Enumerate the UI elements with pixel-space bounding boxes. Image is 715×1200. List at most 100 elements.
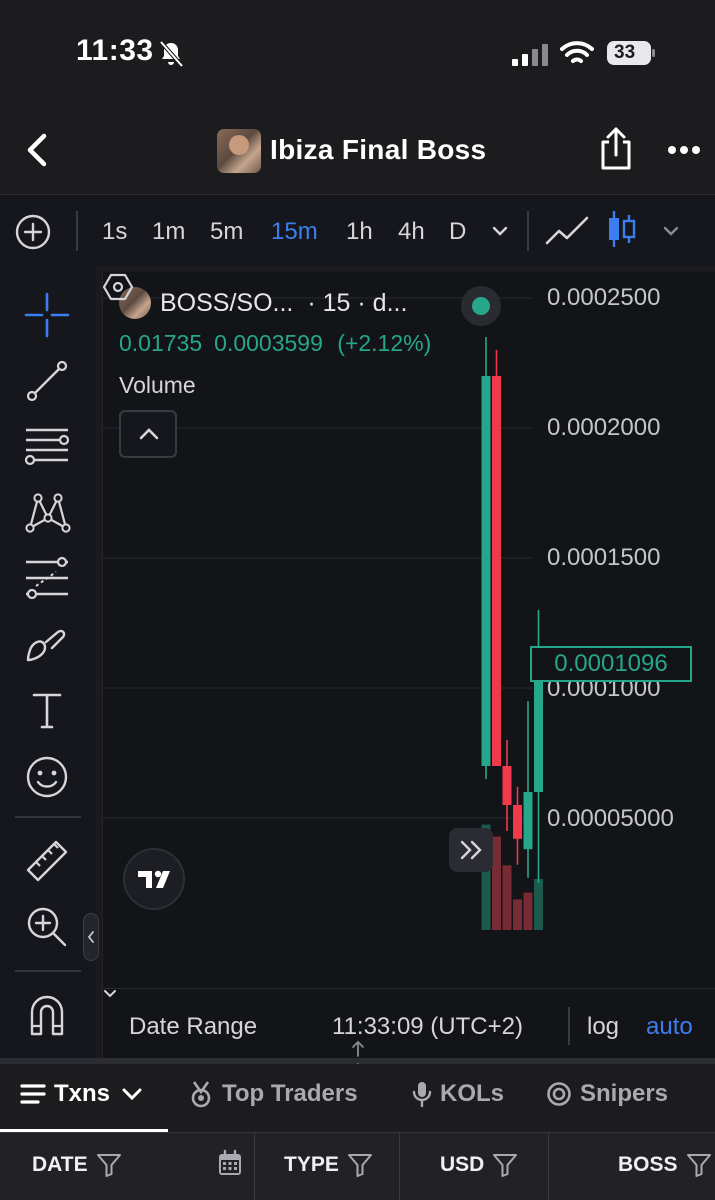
- legend-values: 0.01735 0.0003599 (+2.12%): [119, 330, 431, 357]
- filter-icon[interactable]: [96, 1153, 122, 1177]
- calendar-icon[interactable]: [217, 1149, 243, 1177]
- legend-last-price: 0.0003599: [214, 330, 323, 356]
- chevron-down-icon: [122, 1088, 142, 1101]
- y-axis-tick: 0.0001500: [547, 544, 661, 571]
- token-avatar: [217, 129, 261, 173]
- legend-interval: · 15 · d...: [307, 288, 408, 317]
- timeframe-15m[interactable]: 15m: [271, 218, 318, 246]
- brush-icon[interactable]: [22, 620, 72, 670]
- filter-icon[interactable]: [492, 1153, 518, 1177]
- legend-change-percent: (+2.12%): [337, 330, 432, 356]
- collapse-toolbar-handle[interactable]: [83, 913, 99, 961]
- chevron-up-icon: [139, 428, 159, 440]
- column-divider: [548, 1133, 549, 1200]
- timeframe-d[interactable]: D: [449, 218, 466, 246]
- back-chevron-icon[interactable]: [18, 130, 54, 170]
- timezone-clock[interactable]: 11:33:09 (UTC+2): [332, 1013, 523, 1041]
- volume-bar: [492, 836, 501, 930]
- magnet-icon[interactable]: [22, 990, 72, 1040]
- medal-icon: [191, 1081, 211, 1108]
- candle-body: [534, 663, 543, 792]
- timeframe-4h[interactable]: 4h: [398, 218, 425, 246]
- column-type[interactable]: TYPE: [284, 1153, 373, 1177]
- timeframe-dropdown-chevron-icon[interactable]: [491, 225, 509, 237]
- volume-bar: [502, 865, 512, 930]
- trend-line-icon[interactable]: [22, 356, 72, 406]
- collapse-indicators-button[interactable]: [119, 410, 177, 458]
- volume-indicator-label[interactable]: Volume: [119, 372, 196, 399]
- emoji-icon[interactable]: [22, 752, 72, 802]
- price-chart[interactable]: BOSS/SO... · 15 · d... 0.01735 0.0003599 …: [102, 272, 715, 1058]
- candle-body: [481, 376, 491, 766]
- volume-bar: [513, 899, 522, 930]
- candlestick-chart-icon[interactable]: [606, 209, 636, 249]
- candle-body: [492, 376, 501, 766]
- filter-icon[interactable]: [347, 1153, 373, 1177]
- column-boss[interactable]: BOSS: [618, 1153, 712, 1177]
- column-date[interactable]: DATE: [32, 1153, 122, 1177]
- log-scale-toggle[interactable]: log: [587, 1013, 619, 1041]
- chart-legend[interactable]: BOSS/SO... · 15 · d...: [119, 286, 407, 320]
- chart-settings-icon[interactable]: [103, 272, 133, 302]
- tab-top-traders[interactable]: Top Traders: [188, 1080, 358, 1108]
- filter-icon[interactable]: [686, 1153, 712, 1177]
- chart-type-dropdown-chevron-icon[interactable]: [662, 225, 680, 237]
- legend-change-value: 0.01735: [119, 330, 203, 356]
- double-chevron-right-icon: [460, 840, 482, 860]
- live-status-indicator: [461, 286, 501, 326]
- volume-bar: [523, 892, 533, 930]
- tab-label: Txns: [54, 1080, 111, 1107]
- tab-label: Top Traders: [222, 1080, 358, 1107]
- column-label: DATE: [32, 1153, 88, 1176]
- toolbar-divider: [527, 211, 529, 251]
- toolbar-divider: [15, 970, 81, 972]
- timeframe-toolbar: 1s 1m 5m 15m 1h 4h D: [0, 194, 715, 266]
- status-bar: 11:33 33: [0, 0, 715, 110]
- legend-symbol: BOSS/SO...: [160, 288, 294, 317]
- timeframe-1h[interactable]: 1h: [346, 218, 373, 246]
- wifi-icon: [560, 41, 594, 63]
- add-indicator-icon[interactable]: [14, 213, 52, 251]
- candle-body: [502, 766, 512, 805]
- pattern-tool-icon[interactable]: [22, 488, 72, 538]
- zoom-in-icon[interactable]: [22, 902, 72, 952]
- volume-bar: [534, 879, 543, 930]
- y-axis-tick: 0.0002500: [547, 284, 661, 311]
- column-usd[interactable]: USD: [440, 1153, 518, 1177]
- timeframe-1s[interactable]: 1s: [102, 218, 127, 246]
- tab-label: Snipers: [580, 1080, 669, 1107]
- timeframe-1m[interactable]: 1m: [152, 218, 185, 246]
- share-icon[interactable]: [598, 126, 634, 172]
- y-axis-tick: 0.00005000: [547, 805, 674, 832]
- microphone-icon: [412, 1082, 432, 1108]
- tab-snipers[interactable]: Snipers: [546, 1080, 668, 1108]
- text-tool-icon[interactable]: [22, 686, 72, 736]
- chevron-down-icon[interactable]: [103, 989, 117, 999]
- toolbar-divider: [15, 816, 81, 818]
- more-options-icon[interactable]: [666, 144, 702, 156]
- date-range-button[interactable]: Date Range: [129, 1013, 257, 1041]
- column-divider: [399, 1133, 400, 1200]
- column-divider: [254, 1133, 255, 1200]
- tab-label: KOLs: [440, 1080, 505, 1107]
- token-header: Ibiza Final Boss: [0, 110, 715, 194]
- ruler-icon[interactable]: [22, 836, 72, 886]
- list-icon: [20, 1084, 46, 1104]
- auto-scale-toggle[interactable]: auto: [646, 1013, 693, 1041]
- silent-bell-icon: [159, 40, 184, 68]
- tradingview-logo[interactable]: [123, 848, 185, 910]
- crosshair-icon[interactable]: [22, 290, 72, 340]
- timeframe-5m[interactable]: 5m: [210, 218, 243, 246]
- tab-txns[interactable]: Txns: [20, 1080, 152, 1108]
- y-axis-tick: 0.0002000: [547, 414, 661, 441]
- forecast-tool-icon[interactable]: [22, 554, 72, 604]
- footer-divider: [568, 1007, 570, 1045]
- candle-body: [513, 805, 522, 839]
- fib-retracement-icon[interactable]: [22, 422, 72, 472]
- column-label: USD: [440, 1153, 485, 1176]
- tab-kols[interactable]: KOLs: [412, 1080, 504, 1108]
- scroll-to-realtime-button[interactable]: [449, 828, 493, 872]
- chevron-left-icon: [87, 931, 94, 943]
- line-chart-icon[interactable]: [545, 213, 589, 247]
- candle-body: [523, 792, 533, 850]
